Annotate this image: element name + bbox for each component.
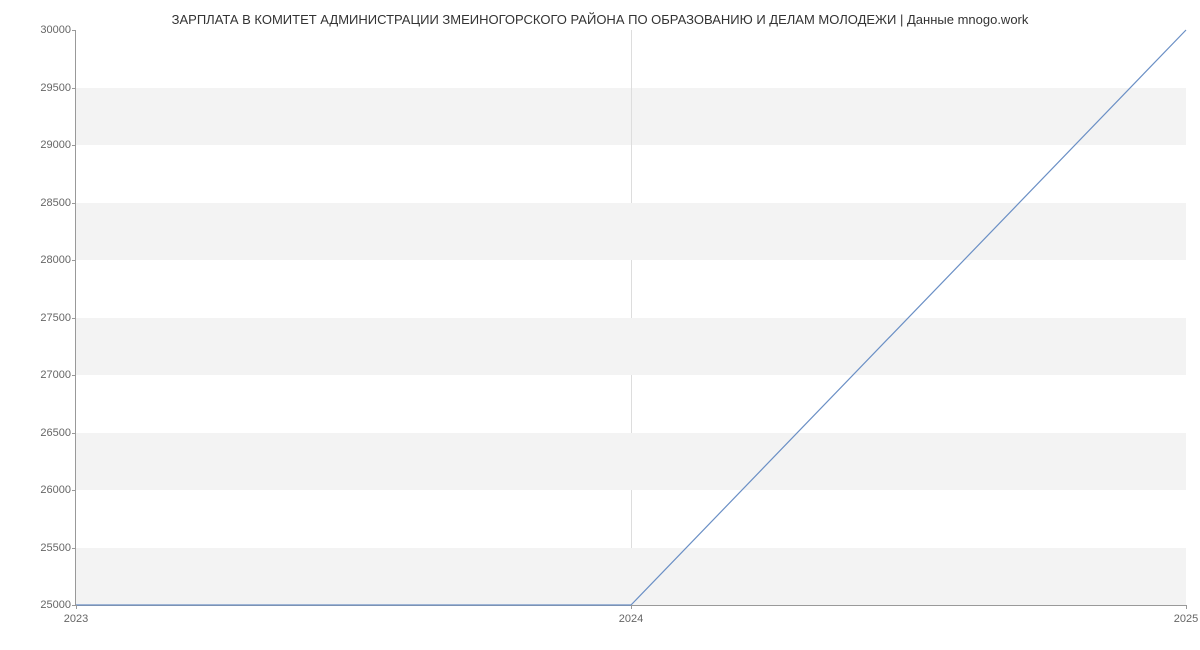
y-tick-mark [72, 260, 76, 261]
y-tick-label: 27500 [26, 312, 71, 324]
x-tick-mark [1186, 605, 1187, 609]
y-tick-mark [72, 203, 76, 204]
x-tick-label: 2024 [619, 613, 643, 625]
y-tick-mark [72, 433, 76, 434]
chart-title: ЗАРПЛАТА В КОМИТЕТ АДМИНИСТРАЦИИ ЗМЕИНОГ… [0, 12, 1200, 27]
y-tick-mark [72, 548, 76, 549]
y-tick-mark [72, 490, 76, 491]
y-tick-mark [72, 30, 76, 31]
y-tick-mark [72, 375, 76, 376]
x-tick-label: 2023 [64, 613, 88, 625]
chart-container: ЗАРПЛАТА В КОМИТЕТ АДМИНИСТРАЦИИ ЗМЕИНОГ… [0, 0, 1200, 650]
y-tick-label: 29000 [26, 139, 71, 151]
y-tick-label: 26000 [26, 484, 71, 496]
y-tick-label: 28000 [26, 254, 71, 266]
y-tick-label: 27000 [26, 369, 71, 381]
x-tick-mark [76, 605, 77, 609]
y-tick-label: 26500 [26, 427, 71, 439]
line-path-svg [76, 30, 1186, 605]
x-tick-label: 2025 [1174, 613, 1198, 625]
y-tick-label: 29500 [26, 82, 71, 94]
data-line [76, 30, 1186, 605]
y-tick-label: 25500 [26, 542, 71, 554]
y-tick-label: 30000 [26, 24, 71, 36]
y-tick-mark [72, 318, 76, 319]
y-tick-mark [72, 145, 76, 146]
y-tick-mark [72, 88, 76, 89]
y-tick-label: 28500 [26, 197, 71, 209]
plot-area: 2500025500260002650027000275002800028500… [75, 30, 1186, 606]
x-tick-mark [631, 605, 632, 609]
y-tick-label: 25000 [26, 599, 71, 611]
